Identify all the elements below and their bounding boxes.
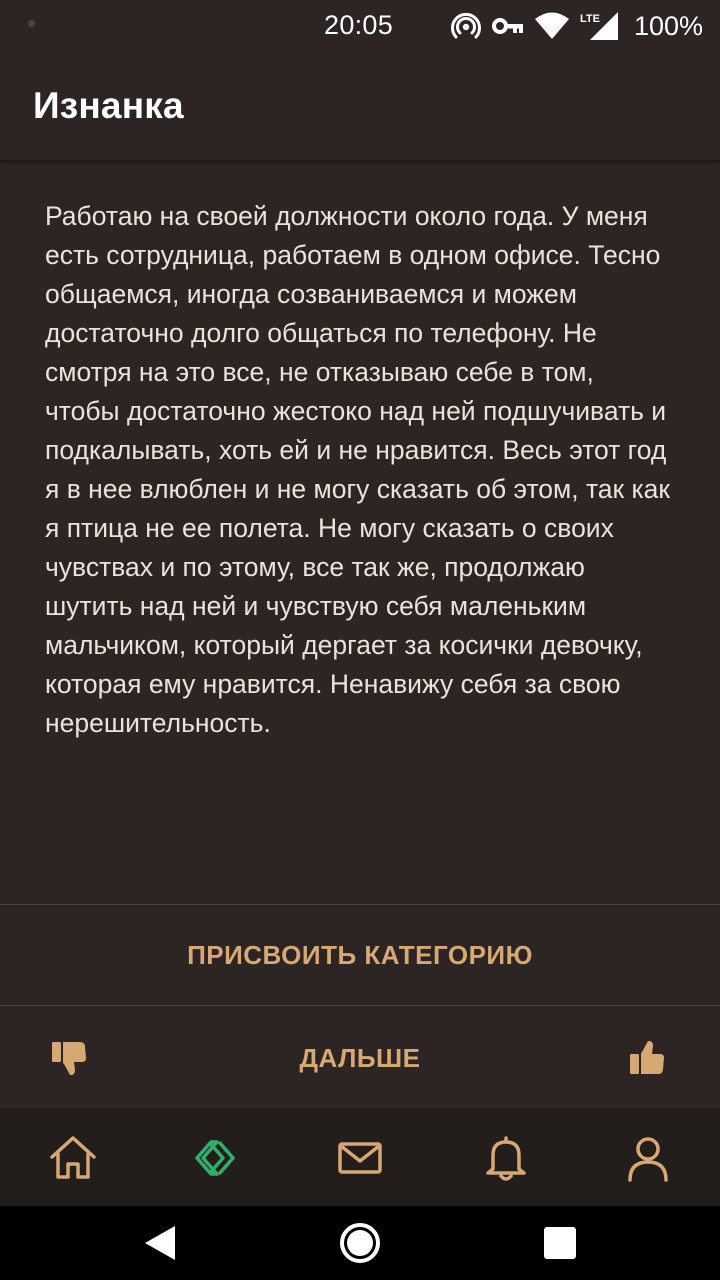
page-title: Изнанка bbox=[33, 85, 184, 126]
nav-notifications[interactable] bbox=[478, 1130, 534, 1186]
vote-row: ДАЛЬШЕ bbox=[0, 1006, 720, 1108]
assign-category-button[interactable]: ПРИСВОИТЬ КАТЕГОРИЮ bbox=[0, 904, 720, 1006]
hotspot-icon bbox=[451, 13, 481, 39]
app-root: 20:05 LTE 100% Изнанка Работаю на своей … bbox=[0, 0, 720, 1280]
battery-percent: 100% bbox=[634, 10, 704, 41]
home-icon bbox=[50, 1136, 96, 1179]
app-bar: Изнанка bbox=[0, 52, 720, 160]
vpn-key-icon bbox=[492, 18, 523, 34]
notification-dot bbox=[28, 20, 35, 27]
back-icon bbox=[145, 1226, 175, 1260]
system-recents-button[interactable] bbox=[539, 1222, 581, 1264]
nav-profile[interactable] bbox=[620, 1130, 676, 1186]
system-nav-bar bbox=[0, 1206, 720, 1280]
bell-icon bbox=[486, 1136, 526, 1181]
story-content: Работаю на своей должности около года. У… bbox=[0, 160, 720, 904]
nav-home[interactable] bbox=[45, 1130, 101, 1186]
recents-icon bbox=[544, 1227, 576, 1259]
mail-icon bbox=[338, 1142, 382, 1174]
story-text: Работаю на своей должности около года. У… bbox=[45, 201, 671, 738]
status-icons: LTE 100% bbox=[450, 8, 703, 44]
status-bar: 20:05 LTE 100% bbox=[0, 0, 720, 52]
lte-label: LTE bbox=[580, 13, 600, 25]
lte-signal-icon: LTE bbox=[580, 12, 618, 40]
nav-feed[interactable] bbox=[189, 1130, 245, 1186]
assign-category-label: ПРИСВОИТЬ КАТЕГОРИЮ bbox=[187, 939, 533, 970]
profile-icon bbox=[628, 1137, 668, 1182]
nav-messages[interactable] bbox=[332, 1130, 388, 1186]
thumbs-up-icon[interactable] bbox=[628, 1038, 668, 1078]
system-home-button[interactable] bbox=[339, 1222, 381, 1264]
system-back-button[interactable] bbox=[139, 1222, 181, 1264]
home-circle-icon bbox=[340, 1223, 380, 1263]
next-button[interactable]: ДАЛЬШЕ bbox=[0, 1043, 720, 1074]
bottom-nav bbox=[0, 1108, 720, 1206]
feed-chevrons-icon bbox=[195, 1140, 235, 1176]
status-time: 20:05 bbox=[324, 10, 394, 40]
wifi-icon bbox=[535, 12, 569, 39]
